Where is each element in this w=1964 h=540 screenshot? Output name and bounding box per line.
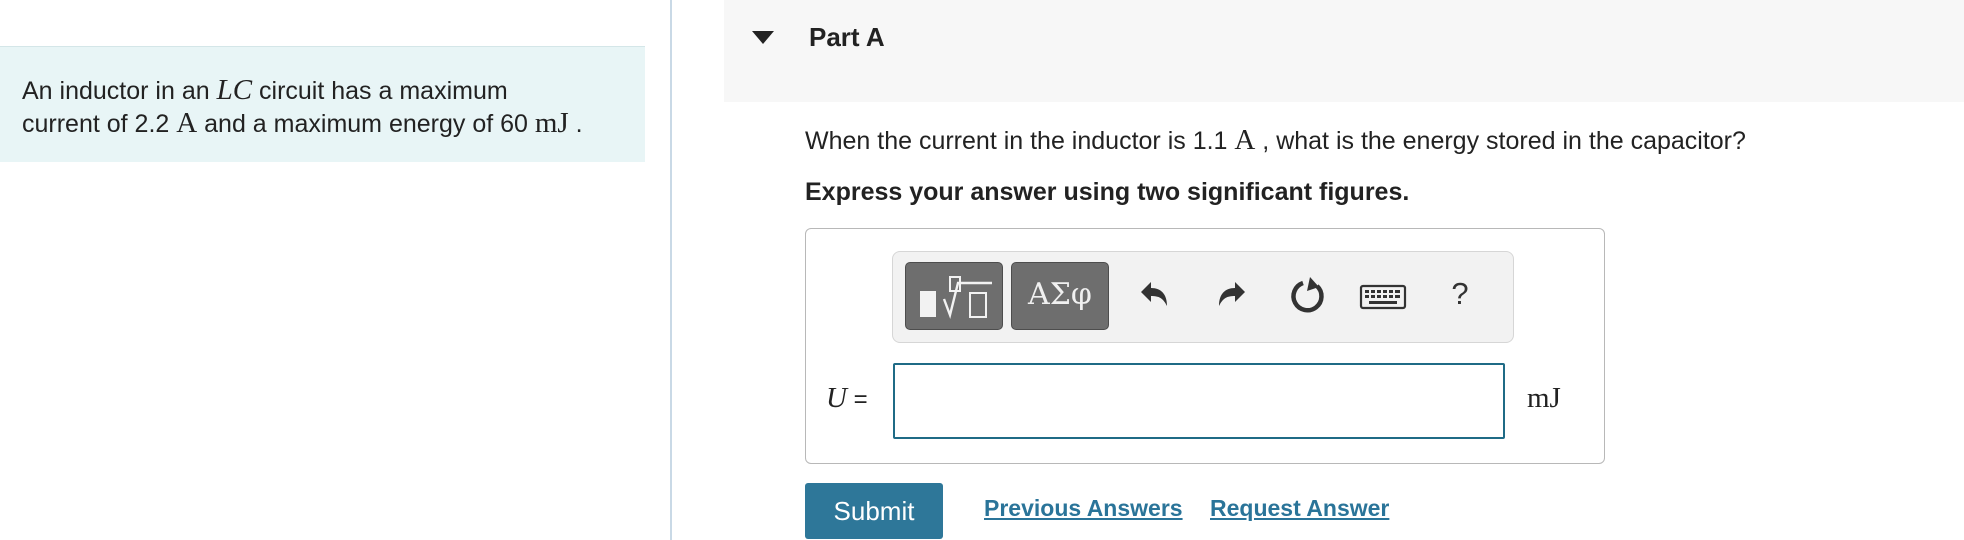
answer-variable-label: U = xyxy=(826,382,868,415)
redo-icon[interactable] xyxy=(1207,272,1255,320)
circuit-symbol: LC xyxy=(216,74,253,106)
symbols-button[interactable]: ΑΣφ xyxy=(1011,262,1109,330)
problem-text: circuit has a maximum xyxy=(252,77,508,105)
question-part: When the current in the inductor is 1.1 xyxy=(805,127,1235,155)
question-part: , what is the energy stored in the capac… xyxy=(1255,127,1746,155)
current-unit: A xyxy=(176,107,198,139)
answer-box: ΑΣφ ? U = mJ xyxy=(805,228,1605,464)
panel-divider xyxy=(670,0,672,540)
submit-button[interactable]: Submit xyxy=(805,483,943,539)
problem-text: current of 2.2 xyxy=(22,110,177,138)
templates-icon xyxy=(920,276,992,320)
problem-line-2: current of 2.2 A and a maximum energy of… xyxy=(22,107,623,140)
problem-line-1: An inductor in an LC circuit has a maxim… xyxy=(22,74,623,107)
part-title: Part A xyxy=(809,22,885,52)
problem-text: . xyxy=(568,110,583,138)
previous-answers-link[interactable]: Previous Answers xyxy=(984,495,1183,522)
question-current-unit: A xyxy=(1234,124,1256,156)
page: An inductor in an LC circuit has a maxim… xyxy=(0,0,1964,540)
answer-instruction: Express your answer using two significan… xyxy=(805,178,1410,206)
problem-text: and a maximum energy of 60 xyxy=(197,110,535,138)
equals-sign: = xyxy=(846,386,868,413)
templates-button[interactable] xyxy=(905,262,1003,330)
part-header[interactable]: Part A xyxy=(724,0,1964,102)
problem-statement: An inductor in an LC circuit has a maxim… xyxy=(0,46,645,162)
answer-input[interactable] xyxy=(893,363,1505,439)
keyboard-icon[interactable] xyxy=(1355,272,1413,320)
undo-icon[interactable] xyxy=(1131,272,1179,320)
energy-unit: mJ xyxy=(534,107,569,139)
math-toolbar: ΑΣφ ? xyxy=(892,251,1514,343)
problem-text: An inductor in an xyxy=(22,77,217,105)
reset-icon[interactable] xyxy=(1283,272,1331,320)
request-answer-link[interactable]: Request Answer xyxy=(1210,495,1389,522)
variable-symbol: U xyxy=(826,382,847,414)
help-button[interactable]: ? xyxy=(1445,270,1475,318)
question-text: When the current in the inductor is 1.1 … xyxy=(805,124,1746,157)
answer-unit: mJ xyxy=(1527,382,1561,414)
caret-down-icon[interactable] xyxy=(752,31,774,44)
